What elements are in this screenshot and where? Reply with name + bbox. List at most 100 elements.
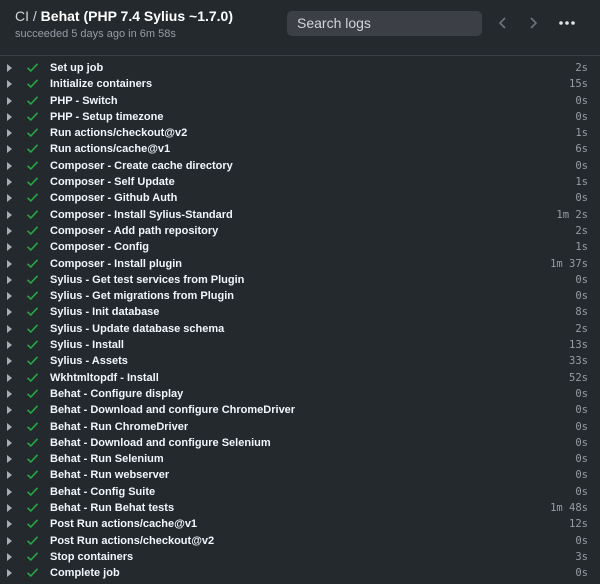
- step-row[interactable]: Behat - Run Selenium 0s: [0, 451, 600, 467]
- expand-triangle-icon[interactable]: [7, 357, 12, 366]
- expand-triangle-icon[interactable]: [7, 226, 12, 235]
- expand-triangle-icon[interactable]: [7, 471, 12, 480]
- step-name: Run actions/cache@v1: [50, 143, 171, 156]
- step-name: Sylius - Update database schema: [50, 322, 225, 335]
- expand-triangle-icon[interactable]: [7, 406, 12, 415]
- expand-triangle-icon[interactable]: [7, 324, 12, 333]
- step-name: Composer - Config: [50, 241, 149, 254]
- step-duration: 0s: [575, 273, 588, 286]
- step-duration: 0s: [575, 404, 588, 417]
- step-row[interactable]: Behat - Download and configure ChromeDri…: [0, 402, 600, 418]
- step-row[interactable]: Post Run actions/cache@v1 12s: [0, 516, 600, 532]
- step-row[interactable]: Behat - Run ChromeDriver 0s: [0, 419, 600, 435]
- expand-triangle-icon[interactable]: [7, 243, 12, 252]
- expand-triangle-icon[interactable]: [7, 80, 12, 89]
- expand-triangle-icon[interactable]: [7, 504, 12, 513]
- expand-triangle-icon[interactable]: [7, 194, 12, 203]
- chevron-left-icon: [498, 17, 506, 29]
- breadcrumb-workflow-link[interactable]: CI: [15, 8, 29, 24]
- step-row[interactable]: Set up job 2s: [0, 60, 600, 76]
- breadcrumb-separator: /: [32, 8, 37, 24]
- expand-triangle-icon[interactable]: [7, 210, 12, 219]
- step-row[interactable]: Sylius - Assets 33s: [0, 353, 600, 369]
- step-row[interactable]: Run actions/checkout@v2 1s: [0, 125, 600, 141]
- expand-triangle-icon[interactable]: [7, 145, 12, 154]
- step-row[interactable]: Sylius - Update database schema 2s: [0, 321, 600, 337]
- step-duration: 12s: [569, 518, 588, 531]
- step-row[interactable]: Initialize containers 15s: [0, 76, 600, 92]
- step-name: Set up job: [50, 62, 104, 74]
- search-logs-input[interactable]: [287, 11, 482, 36]
- expand-triangle-icon[interactable]: [7, 308, 12, 317]
- step-row[interactable]: PHP - Switch 0s: [0, 93, 600, 109]
- step-row[interactable]: Composer - Install Sylius-Standard 1m 2s: [0, 207, 600, 223]
- expand-triangle-icon[interactable]: [7, 373, 12, 382]
- step-name: Behat - Download and configure ChromeDri…: [50, 404, 296, 417]
- step-name: Sylius - Install: [50, 339, 124, 352]
- step-row[interactable]: Composer - Config 1s: [0, 239, 600, 255]
- step-row[interactable]: Sylius - Install 13s: [0, 337, 600, 353]
- step-name: Composer - Self Update: [50, 176, 175, 189]
- step-row[interactable]: Composer - Create cache directory 0s: [0, 158, 600, 174]
- expand-triangle-icon[interactable]: [7, 292, 12, 301]
- step-row[interactable]: Behat - Run Behat tests 1m 48s: [0, 500, 600, 516]
- step-row[interactable]: Sylius - Get migrations from Plugin 0s: [0, 288, 600, 304]
- step-duration: 0s: [575, 420, 588, 433]
- step-name: Composer - Create cache directory: [50, 159, 233, 172]
- step-name: Behat - Run Behat tests: [50, 502, 175, 515]
- step-name: Behat - Configure display: [50, 387, 184, 400]
- step-row[interactable]: Stop containers 3s: [0, 549, 600, 565]
- expand-triangle-icon[interactable]: [7, 129, 12, 138]
- step-row[interactable]: Sylius - Get test services from Plugin 0s: [0, 272, 600, 288]
- expand-triangle-icon[interactable]: [7, 96, 12, 105]
- expand-triangle-icon[interactable]: [7, 552, 12, 561]
- expand-triangle-icon[interactable]: [7, 259, 12, 268]
- step-row[interactable]: Behat - Configure display 0s: [0, 386, 600, 402]
- step-row[interactable]: Composer - Install plugin 1m 37s: [0, 256, 600, 272]
- kebab-horizontal-icon: [559, 21, 575, 25]
- expand-triangle-icon[interactable]: [7, 161, 12, 170]
- expand-triangle-icon[interactable]: [7, 520, 12, 529]
- expand-triangle-icon[interactable]: [7, 455, 12, 464]
- next-match-button[interactable]: [524, 14, 542, 32]
- step-row[interactable]: Behat - Run webserver 0s: [0, 467, 600, 483]
- step-duration: 0s: [575, 110, 588, 123]
- expand-triangle-icon[interactable]: [7, 341, 12, 350]
- step-row[interactable]: Run actions/cache@v1 6s: [0, 141, 600, 157]
- step-row[interactable]: Sylius - Init database 8s: [0, 304, 600, 320]
- expand-triangle-icon[interactable]: [7, 422, 12, 431]
- check-icon: [26, 193, 39, 203]
- step-row[interactable]: PHP - Setup timezone 0s: [0, 109, 600, 125]
- step-row[interactable]: Composer - Self Update 1s: [0, 174, 600, 190]
- more-options-button[interactable]: [556, 14, 578, 32]
- expand-triangle-icon[interactable]: [7, 112, 12, 121]
- step-name: Composer - Github Auth: [50, 192, 178, 205]
- step-row[interactable]: Composer - Add path repository 2s: [0, 223, 600, 239]
- step-row[interactable]: Wkhtmltopdf - Install 52s: [0, 370, 600, 386]
- expand-triangle-icon[interactable]: [7, 64, 12, 72]
- expand-triangle-icon[interactable]: [7, 178, 12, 187]
- step-name: Sylius - Assets: [50, 355, 128, 368]
- expand-triangle-icon[interactable]: [7, 438, 12, 447]
- step-row[interactable]: Complete job 0s: [0, 565, 600, 581]
- expand-triangle-icon[interactable]: [7, 389, 12, 398]
- step-row[interactable]: Post Run actions/checkout@v2 0s: [0, 533, 600, 549]
- step-name: Composer - Add path repository: [50, 224, 219, 237]
- check-icon: [26, 291, 39, 301]
- step-name: Composer - Install plugin: [50, 257, 183, 270]
- step-duration: 0s: [575, 469, 588, 482]
- step-row[interactable]: Behat - Config Suite 0s: [0, 484, 600, 500]
- step-row[interactable]: Behat - Download and configure Selenium 0…: [0, 435, 600, 451]
- previous-match-button[interactable]: [494, 14, 512, 32]
- expand-triangle-icon[interactable]: [7, 275, 12, 284]
- check-icon: [26, 438, 39, 447]
- expand-triangle-icon[interactable]: [7, 536, 12, 545]
- step-name: Run actions/checkout@v2: [50, 127, 188, 140]
- check-icon: [26, 340, 39, 350]
- expand-triangle-icon[interactable]: [7, 569, 12, 578]
- check-icon: [26, 454, 39, 464]
- step-row[interactable]: Composer - Github Auth 0s: [0, 190, 600, 206]
- step-duration: 0s: [575, 567, 588, 580]
- expand-triangle-icon[interactable]: [7, 487, 12, 496]
- page-title: CI / Behat (PHP 7.4 Sylius ~1.7.0): [15, 8, 233, 24]
